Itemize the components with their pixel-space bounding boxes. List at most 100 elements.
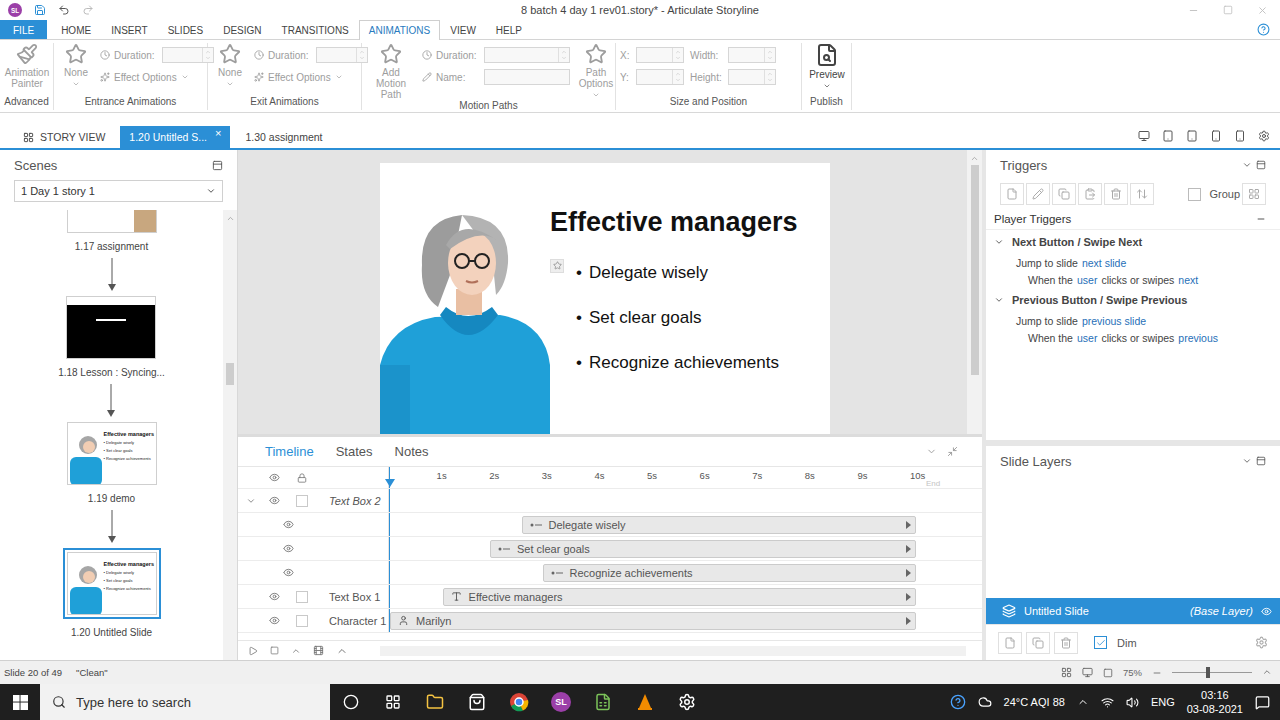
dim-checkbox[interactable] [1094,636,1107,649]
timeline-tab[interactable]: States [336,444,373,459]
condition-link[interactable]: next [1178,274,1198,286]
scene-dropdown[interactable]: 1 Day 1 story 1 [14,180,223,202]
eye-icon[interactable] [283,543,294,554]
name-field[interactable] [484,69,570,85]
tablet-portrait-icon[interactable] [1186,130,1198,142]
timeline-tab[interactable]: Notes [395,444,429,459]
add-motion-path-button[interactable]: Add Motion Path [366,43,416,100]
trigger-item[interactable]: Next Button / Swipe NextJump to slidenex… [986,230,1280,288]
paste-trigger-button[interactable] [1078,183,1102,205]
trigger-target-link[interactable]: next slide [1082,257,1126,269]
canvas-scrollbar[interactable] [967,150,982,434]
group-checkbox[interactable] [1188,188,1201,201]
move-trigger-button[interactable] [1130,183,1154,205]
scroll-thumb[interactable] [971,165,979,375]
duration-field[interactable] [162,47,214,63]
document-tab[interactable]: 1.20 Untitled S...× [120,126,230,148]
play-icon[interactable] [248,646,258,656]
spinner[interactable] [672,48,683,62]
document-tab[interactable]: 1.30 assignment [236,126,331,148]
slide-item[interactable]: 1.17 assignment [67,210,157,296]
network-icon[interactable] [1101,696,1114,709]
expanded-icon[interactable] [994,295,1004,305]
zoom-out-icon[interactable] [1152,668,1162,678]
delete-trigger-button[interactable] [1104,183,1128,205]
redo-icon[interactable] [82,4,94,16]
eye-icon[interactable] [1261,606,1272,617]
timeline-row[interactable]: Character 1Marilyn [238,609,982,633]
notifications-icon[interactable] [1255,695,1270,710]
restore-icon[interactable] [1256,456,1266,466]
ribbon-tab[interactable]: VIEW [440,20,486,39]
spreadsheet-button[interactable] [582,684,624,720]
timeline-bar[interactable]: Delegate wisely [522,516,917,534]
close-tab-button[interactable]: × [215,127,221,139]
timeline-row[interactable]: Delegate wisely [238,513,982,537]
slide-item[interactable]: Effective managers• Delegate wisely• Set… [63,548,161,638]
lock-icon[interactable] [297,473,307,483]
timeline-tab[interactable]: Timeline [265,444,314,459]
timeline-row[interactable]: Set clear goals [238,537,982,561]
delete-layer-button[interactable] [1054,632,1078,654]
ribbon-tab[interactable]: SLIDES [158,20,214,39]
store-button[interactable] [456,684,498,720]
collapse-section-icon[interactable] [1256,214,1266,224]
ribbon-tab[interactable]: HELP [486,20,532,39]
gear-icon[interactable] [1258,130,1270,142]
task-view-button[interactable] [372,684,414,720]
undo-icon[interactable] [58,4,70,16]
timeline-bar[interactable]: Effective managers [443,588,916,606]
restore-icon[interactable] [947,446,958,457]
character-figure[interactable] [380,163,550,434]
phone-portrait-icon[interactable] [1234,130,1246,142]
trigger-item[interactable]: Previous Button / Swipe PreviousJump to … [986,288,1280,346]
slide-title[interactable]: Effective managers [550,207,798,238]
restore-icon[interactable] [1256,160,1266,170]
ribbon-tab[interactable]: FILE [0,20,47,39]
close-icon[interactable] [1257,5,1268,16]
scenes-scrollbar[interactable] [223,210,237,660]
layer-row[interactable]: Untitled Slide(Base Layer) [986,598,1280,624]
edit-trigger-button[interactable] [1026,183,1050,205]
timeline-row[interactable]: Text Box 1Effective managers [238,585,982,609]
slide-item[interactable]: Effective managers• Delegate wisely• Set… [67,422,157,548]
normal-view-icon[interactable] [1082,667,1093,678]
zoom-in-icon[interactable] [1262,667,1272,679]
timeline-bar[interactable]: Marilyn [390,612,916,630]
tablet-landscape-icon[interactable] [1162,130,1174,142]
duration-field[interactable] [484,47,570,63]
timeline-bar[interactable]: Set clear goals [490,540,916,558]
chrome-button[interactable] [498,684,540,720]
minimize-icon[interactable] [1188,5,1199,16]
spinner[interactable] [764,70,775,84]
lock-checkbox[interactable] [296,495,308,507]
zoom-thumb[interactable] [1206,667,1210,678]
zoom-out-icon[interactable] [291,646,301,656]
eye-icon[interactable] [269,615,280,626]
gear-icon[interactable] [1255,636,1268,649]
eye-icon[interactable] [283,519,294,530]
scroll-thumb[interactable] [226,363,234,385]
collapse-icon[interactable] [1242,456,1252,466]
ribbon-tab[interactable]: ANIMATIONS [359,20,440,40]
cortana-button[interactable] [330,684,372,720]
preview-button[interactable]: Preview [806,43,848,90]
new-layer-button[interactable] [998,632,1022,654]
timeline-row[interactable]: Recognize achievements [238,561,982,585]
trigger-panel-button[interactable] [1242,183,1266,205]
lock-checkbox[interactable] [296,615,308,627]
ribbon-tab[interactable]: DESIGN [213,20,271,39]
size-field[interactable] [728,47,776,63]
bullet-list[interactable]: •Delegate wisely•Set clear goals•Recogni… [550,250,798,385]
ribbon-tab[interactable]: INSERT [101,20,158,39]
start-button[interactable] [0,684,40,720]
phone-landscape-icon[interactable] [1210,130,1222,142]
timeline-hscroll[interactable] [380,646,966,656]
restore-icon[interactable] [212,160,223,171]
condition-link[interactable]: user [1077,332,1097,344]
collapse-icon[interactable] [1242,160,1252,170]
explorer-button[interactable] [414,684,456,720]
taskbar-search[interactable]: Type here to search [40,684,330,720]
vlc-button[interactable] [624,684,666,720]
lock-checkbox[interactable] [296,591,308,603]
